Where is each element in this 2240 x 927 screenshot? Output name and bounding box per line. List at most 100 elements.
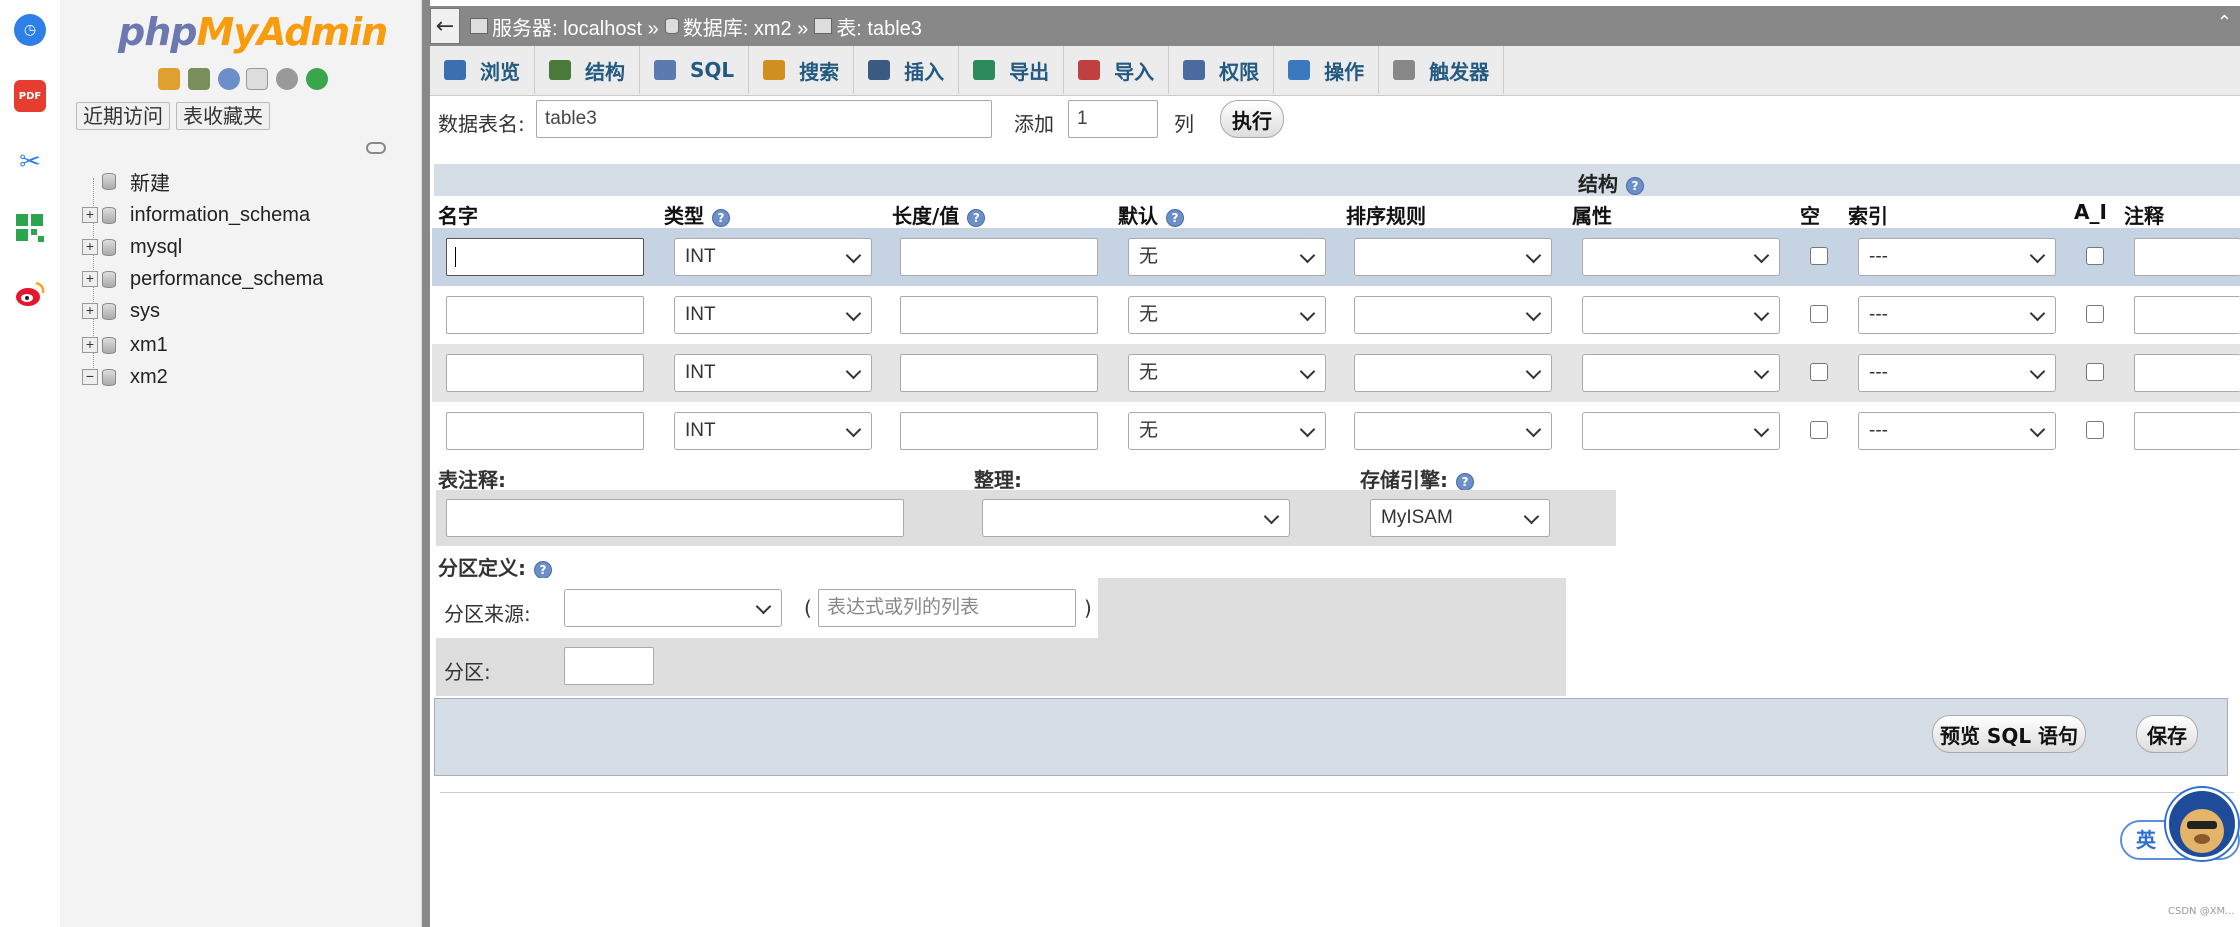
go-button[interactable]: 执行: [1220, 100, 1284, 138]
breadcrumb-server[interactable]: 服务器: localhost »: [470, 12, 659, 41]
clock-icon[interactable]: ◷: [14, 14, 46, 46]
attributes-select[interactable]: [1582, 412, 1780, 450]
expand-icon[interactable]: +: [82, 239, 98, 255]
tab-sql[interactable]: SQL: [640, 46, 750, 94]
tab-browse[interactable]: 浏览: [430, 46, 535, 94]
index-select[interactable]: ---: [1858, 412, 2056, 450]
help-icon[interactable]: ?: [712, 208, 730, 227]
type-select[interactable]: INT: [674, 412, 872, 450]
panel-splitter[interactable]: [422, 0, 430, 927]
attributes-select[interactable]: [1582, 354, 1780, 392]
auto-increment-checkbox[interactable]: [2086, 421, 2104, 439]
logout-icon[interactable]: [188, 68, 210, 90]
comment-input[interactable]: [2134, 354, 2240, 392]
tab-recent[interactable]: 近期访问: [76, 102, 170, 130]
attributes-select[interactable]: [1582, 238, 1780, 276]
tree-item[interactable]: + performance_schema: [82, 264, 323, 294]
tab-import[interactable]: 导入: [1064, 46, 1170, 94]
partition-expression-input[interactable]: 表达式或列的列表: [818, 589, 1076, 627]
default-select[interactable]: 无: [1128, 238, 1326, 276]
comment-input[interactable]: [2134, 412, 2240, 450]
auto-increment-checkbox[interactable]: [2086, 363, 2104, 381]
phpmyadmin-logo[interactable]: phpMyAdmin: [118, 10, 388, 54]
type-select[interactable]: INT: [674, 354, 872, 392]
type-select[interactable]: INT: [674, 238, 872, 276]
help-icon[interactable]: [218, 68, 240, 90]
expand-icon[interactable]: +: [82, 207, 98, 223]
comment-input[interactable]: [2134, 296, 2240, 334]
expand-icon[interactable]: +: [82, 337, 98, 353]
help-icon[interactable]: ?: [1626, 176, 1644, 195]
tree-item[interactable]: 新建: [82, 166, 170, 196]
attributes-select[interactable]: [1582, 296, 1780, 334]
collation-select[interactable]: [1354, 412, 1552, 450]
auto-increment-checkbox[interactable]: [2086, 247, 2104, 265]
null-checkbox[interactable]: [1810, 305, 1828, 323]
expand-icon[interactable]: +: [82, 271, 98, 287]
index-select[interactable]: ---: [1858, 238, 2056, 276]
null-checkbox[interactable]: [1810, 247, 1828, 265]
tree-item[interactable]: − xm2: [82, 362, 168, 392]
reload-icon[interactable]: [306, 68, 328, 90]
column-name-input[interactable]: [446, 238, 644, 276]
settings-icon[interactable]: [276, 68, 298, 90]
column-name-input[interactable]: [446, 412, 644, 450]
tab-favorites[interactable]: 表收藏夹: [176, 102, 270, 130]
add-columns-input[interactable]: 1: [1068, 100, 1158, 138]
help-icon[interactable]: ?: [967, 208, 986, 227]
tab-structure[interactable]: 结构: [535, 46, 640, 94]
grid-icon[interactable]: [14, 212, 46, 244]
length-input[interactable]: [900, 412, 1098, 450]
length-input[interactable]: [900, 354, 1098, 392]
docs-icon[interactable]: [246, 68, 268, 90]
tree-item[interactable]: + xm1: [82, 330, 168, 360]
weibo-icon[interactable]: [14, 278, 46, 310]
breadcrumb-table[interactable]: 表: table3: [814, 12, 922, 41]
tree-item[interactable]: + sys: [82, 296, 160, 326]
column-name-input[interactable]: [446, 354, 644, 392]
assistant-avatar[interactable]: [2166, 788, 2238, 860]
default-select[interactable]: 无: [1128, 296, 1326, 334]
save-button[interactable]: 保存: [2136, 715, 2198, 753]
pdf-icon[interactable]: PDF: [14, 80, 46, 112]
partition-by-select[interactable]: [564, 589, 782, 627]
help-icon[interactable]: ?: [1166, 208, 1184, 227]
scissors-icon[interactable]: ✂: [14, 146, 46, 178]
tab-triggers[interactable]: 触发器: [1379, 46, 1505, 94]
length-input[interactable]: [900, 238, 1098, 276]
column-name-input[interactable]: [446, 296, 644, 334]
collation-select[interactable]: [982, 499, 1290, 537]
tab-privileges[interactable]: 权限: [1169, 46, 1275, 94]
collation-select[interactable]: [1354, 354, 1552, 392]
home-icon[interactable]: [158, 68, 180, 90]
tab-operations[interactable]: 操作: [1274, 46, 1380, 94]
storage-engine-select[interactable]: MyISAM: [1370, 499, 1550, 537]
collapse-nav-button[interactable]: ←: [430, 8, 460, 44]
default-select[interactable]: 无: [1128, 354, 1326, 392]
auto-increment-checkbox[interactable]: [2086, 305, 2104, 323]
tab-search[interactable]: 搜索: [749, 46, 855, 94]
breadcrumb-database[interactable]: 数据库: xm2 »: [664, 12, 808, 41]
collation-select[interactable]: [1354, 296, 1552, 334]
default-select[interactable]: 无: [1128, 412, 1326, 450]
collapse-icon[interactable]: ⌃: [2217, 12, 2232, 33]
null-checkbox[interactable]: [1810, 421, 1828, 439]
collation-select[interactable]: [1354, 238, 1552, 276]
tree-item[interactable]: + mysql: [82, 232, 182, 262]
type-select[interactable]: INT: [674, 296, 872, 334]
length-input[interactable]: [900, 296, 1098, 334]
partitions-input[interactable]: [564, 647, 654, 685]
null-checkbox[interactable]: [1810, 363, 1828, 381]
index-select[interactable]: ---: [1858, 296, 2056, 334]
help-icon[interactable]: ?: [534, 560, 552, 579]
table-comment-input[interactable]: [446, 499, 904, 537]
expand-icon[interactable]: +: [82, 303, 98, 319]
index-select[interactable]: ---: [1858, 354, 2056, 392]
link-icon[interactable]: [366, 142, 386, 154]
expand-icon[interactable]: −: [82, 369, 98, 385]
comment-input[interactable]: [2134, 238, 2240, 276]
help-icon[interactable]: ?: [1456, 472, 1474, 491]
tree-item[interactable]: + information_schema: [82, 200, 310, 230]
preview-sql-button[interactable]: 预览 SQL 语句: [1932, 715, 2086, 753]
tab-export[interactable]: 导出: [959, 46, 1065, 94]
